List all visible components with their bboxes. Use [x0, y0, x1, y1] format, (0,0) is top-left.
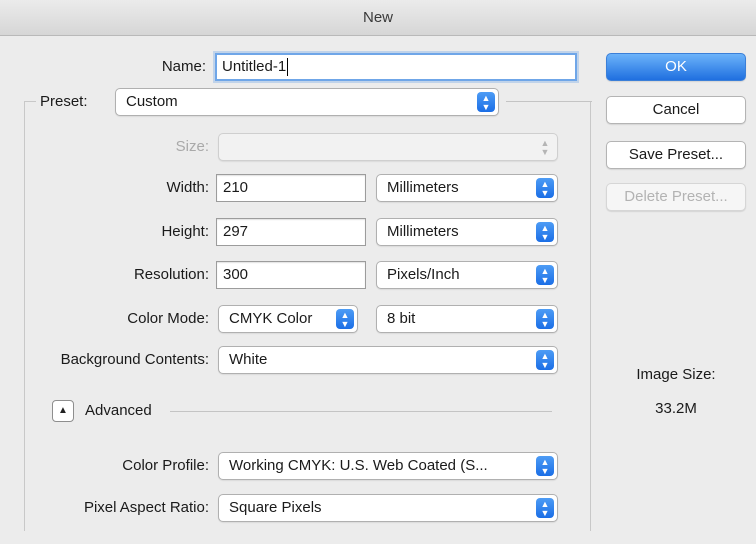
preset-select[interactable]: Custom ▲ ▼ — [115, 88, 499, 116]
popup-arrows-icon: ▲ ▼ — [536, 178, 554, 198]
color-mode-value: CMYK Color — [229, 310, 313, 327]
height-unit-value: Millimeters — [387, 223, 459, 240]
background-contents-label: Background Contents: — [60, 351, 209, 368]
text-caret — [287, 58, 289, 77]
height-unit-select[interactable]: Millimeters ▲ ▼ — [376, 218, 558, 246]
advanced-separator — [170, 411, 552, 412]
popup-arrows-icon: ▲ ▼ — [536, 498, 554, 518]
new-document-dialog: New Name: Untitled-1 Preset: Custom ▲ ▼ S… — [0, 0, 756, 544]
popup-arrows-icon: ▲ ▼ — [336, 309, 354, 329]
resolution-label: Resolution: — [133, 266, 209, 283]
advanced-label: Advanced — [85, 402, 152, 419]
image-size-value: 33.2M — [655, 400, 697, 417]
popup-arrows-icon: ▲ ▼ — [536, 309, 554, 329]
color-profile-select[interactable]: Working CMYK: U.S. Web Coated (S... ▲ ▼ — [218, 452, 558, 480]
bit-depth-select[interactable]: 8 bit ▲ ▼ — [376, 305, 558, 333]
width-input[interactable]: 210 — [216, 174, 366, 202]
image-size-label: Image Size: — [636, 366, 716, 383]
advanced-disclosure-button[interactable]: ▲ — [52, 400, 74, 422]
popup-arrows-icon: ▲ ▼ — [536, 222, 554, 242]
popup-arrows-icon: ▲ ▼ — [536, 456, 554, 476]
size-select[interactable]: ▲ ▼ — [218, 133, 558, 161]
color-profile-value: Working CMYK: U.S. Web Coated (S... — [229, 457, 488, 474]
dialog-title: New — [0, 0, 756, 36]
width-unit-value: Millimeters — [387, 179, 459, 196]
width-label: Width: — [166, 179, 209, 196]
name-input[interactable]: Untitled-1 — [215, 53, 577, 81]
save-preset-button[interactable]: Save Preset... — [606, 141, 746, 169]
cancel-button[interactable]: Cancel — [606, 96, 746, 124]
height-input[interactable]: 297 — [216, 218, 366, 246]
name-input-value: Untitled-1 — [222, 58, 287, 75]
height-label: Height: — [161, 223, 209, 240]
resolution-input[interactable]: 300 — [216, 261, 366, 289]
resolution-unit-value: Pixels/Inch — [387, 266, 460, 283]
delete-preset-button[interactable]: Delete Preset... — [606, 183, 746, 211]
color-mode-select[interactable]: CMYK Color ▲ ▼ — [218, 305, 358, 333]
preset-select-value: Custom — [126, 93, 178, 110]
color-profile-label: Color Profile: — [122, 457, 209, 474]
size-label: Size: — [175, 138, 209, 155]
bit-depth-value: 8 bit — [387, 310, 416, 327]
popup-arrows-icon: ▲ ▼ — [540, 138, 550, 157]
preset-label: Preset: — [40, 93, 88, 110]
color-mode-label: Color Mode: — [127, 310, 209, 327]
preset-group-top-border — [506, 101, 592, 102]
resolution-unit-select[interactable]: Pixels/Inch ▲ ▼ — [376, 261, 558, 289]
popup-arrows-icon: ▲ ▼ — [536, 350, 554, 370]
popup-arrows-icon: ▲ ▼ — [477, 92, 495, 112]
pixel-aspect-ratio-label: Pixel Aspect Ratio: — [83, 499, 209, 516]
pixel-aspect-ratio-select[interactable]: Square Pixels ▲ ▼ — [218, 494, 558, 522]
pixel-aspect-ratio-value: Square Pixels — [229, 499, 322, 516]
background-contents-value: White — [229, 351, 268, 368]
ok-button[interactable]: OK — [606, 53, 746, 81]
popup-arrows-icon: ▲ ▼ — [536, 265, 554, 285]
width-unit-select[interactable]: Millimeters ▲ ▼ — [376, 174, 558, 202]
name-label: Name: — [161, 58, 206, 75]
background-contents-select[interactable]: White ▲ ▼ — [218, 346, 558, 374]
